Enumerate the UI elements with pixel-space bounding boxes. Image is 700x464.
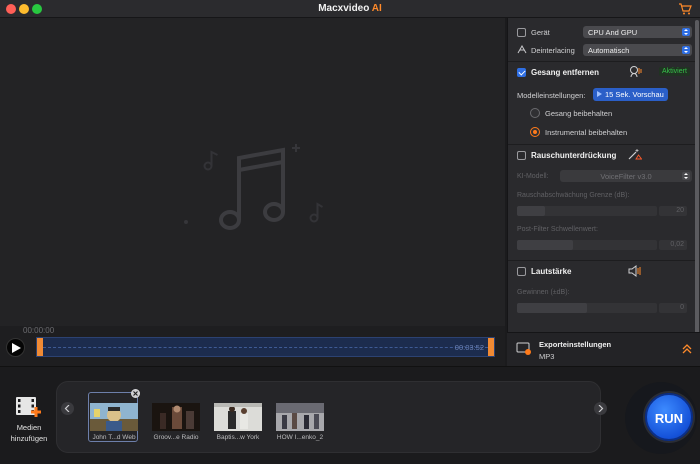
gain-slider[interactable] [517,303,657,313]
divider [508,61,698,62]
noise-threshold-label: Rauschabschwächung Grenze (dB): [517,192,630,199]
media-caption-4: HOW I...enko_2 [276,434,324,441]
speaker-icon [628,265,641,277]
media-thumbnail-1[interactable] [90,403,138,431]
gain-value[interactable]: 0 [659,303,687,313]
deinterlacing-select-value: Automatisch [588,46,630,55]
export-icon [516,342,531,355]
vocal-removal-checkbox[interactable] [517,68,526,77]
export-settings-bar[interactable]: Exporteinstellungen MP3 [507,332,700,366]
ai-model-select[interactable]: VoiceFilter v3.0 [560,170,692,182]
add-media-label-2: hinzufügen [10,434,48,443]
app-title-accent: AI [371,3,382,14]
trim-handle-end[interactable] [488,338,494,356]
volume-checkbox[interactable] [517,267,526,276]
postfilter-slider[interactable] [517,240,657,250]
noise-threshold-slider[interactable] [517,206,657,216]
trim-handle-start[interactable] [37,338,43,356]
media-thumbnail-3[interactable] [214,403,262,431]
app-title-name: Macxvideo [318,3,370,14]
voice-icon [630,66,642,78]
chevron-updown-icon [682,46,690,54]
ai-model-value: VoiceFilter v3.0 [600,172,652,181]
postfilter-label: Post-Filter Schwellenwert: [517,226,598,233]
noise-threshold-value[interactable]: 20 [659,206,687,216]
end-time: 00:03:52 [454,343,484,352]
cart-icon[interactable] [678,3,692,15]
music-note-placeholder-icon [184,144,324,230]
gain-label: Gewinnen (±dB): [517,289,570,296]
export-format: MP3 [539,352,555,361]
export-settings-title: Exporteinstellungen [539,340,612,349]
keep-instrumental-label: Instrumental beibehalten [545,128,628,137]
divider [508,260,698,261]
remove-media-icon[interactable] [131,389,140,398]
run-button-label: RUN [654,411,684,426]
audio-track[interactable]: 00:03:52 [36,337,495,357]
add-media-icon [16,397,41,417]
chevron-updown-icon [682,28,690,36]
scroll-left-button[interactable] [61,402,74,415]
add-media-button[interactable]: Medien hinzufügen [8,395,50,443]
add-media-label-1: Medien [16,423,42,432]
slider-fill [517,303,587,313]
settings-panel: Gerät CPU And GPU Deinterlacing Automati… [507,18,700,366]
magic-wand-icon [628,149,642,160]
media-caption-1: John T...d Web [92,434,136,441]
slider-fill [517,206,545,216]
vocal-removal-label: Gesang entfernen [531,68,600,77]
play-icon [12,343,21,353]
chevron-updown-icon [682,172,690,180]
waveform [43,347,488,348]
divider [508,144,698,145]
scroll-right-button[interactable] [594,402,607,415]
keep-instrumental-radio[interactable] [530,127,540,137]
chevron-up-double-icon[interactable] [682,344,692,354]
deinterlacing-select[interactable]: Automatisch [583,44,692,56]
device-label: Gerät [531,28,550,37]
title-bar: Macxvideo AI [0,0,700,18]
volume-label: Lautstärke [531,267,572,276]
noise-reduction-label: Rauschunterdrückung [531,151,617,160]
keep-vocals-radio[interactable] [530,108,540,118]
timeline: 00:00:00 00:03:52 [0,326,505,366]
media-caption-2: Groov...e Radio [153,434,199,441]
media-thumbnail-2[interactable] [152,403,200,431]
chevron-right-icon [598,405,604,412]
deinterlacing-label: Deinterlacing [531,46,575,55]
media-thumbnail-4[interactable] [276,403,324,431]
deinterlace-icon [517,45,527,54]
device-select[interactable]: CPU And GPU [583,26,692,38]
activated-badge: Aktiviert [659,67,690,76]
chevron-left-icon [64,405,70,412]
preview-area [0,18,505,326]
device-checkbox[interactable] [517,28,526,37]
keep-vocals-label: Gesang beibehalten [545,109,613,118]
ai-model-label: KI-Modell: [517,173,549,180]
media-strip: Medien hinzufügen John T...d Web Groov..… [0,366,700,464]
app-title: Macxvideo AI [0,3,700,14]
postfilter-value[interactable]: 0,02 [659,240,687,250]
preview-15s-button[interactable]: 15 Sek. Vorschau [593,88,668,101]
model-settings-label: Modelleinstellungen: [517,91,586,100]
noise-reduction-checkbox[interactable] [517,151,526,160]
run-button[interactable]: RUN [645,393,693,441]
media-caption-3: Baptis...w York [216,434,260,441]
device-select-value: CPU And GPU [588,28,638,37]
slider-fill [517,240,573,250]
current-time: 00:00:00 [23,326,55,335]
play-button[interactable] [6,338,25,357]
panel-scrollbar[interactable] [695,20,699,340]
